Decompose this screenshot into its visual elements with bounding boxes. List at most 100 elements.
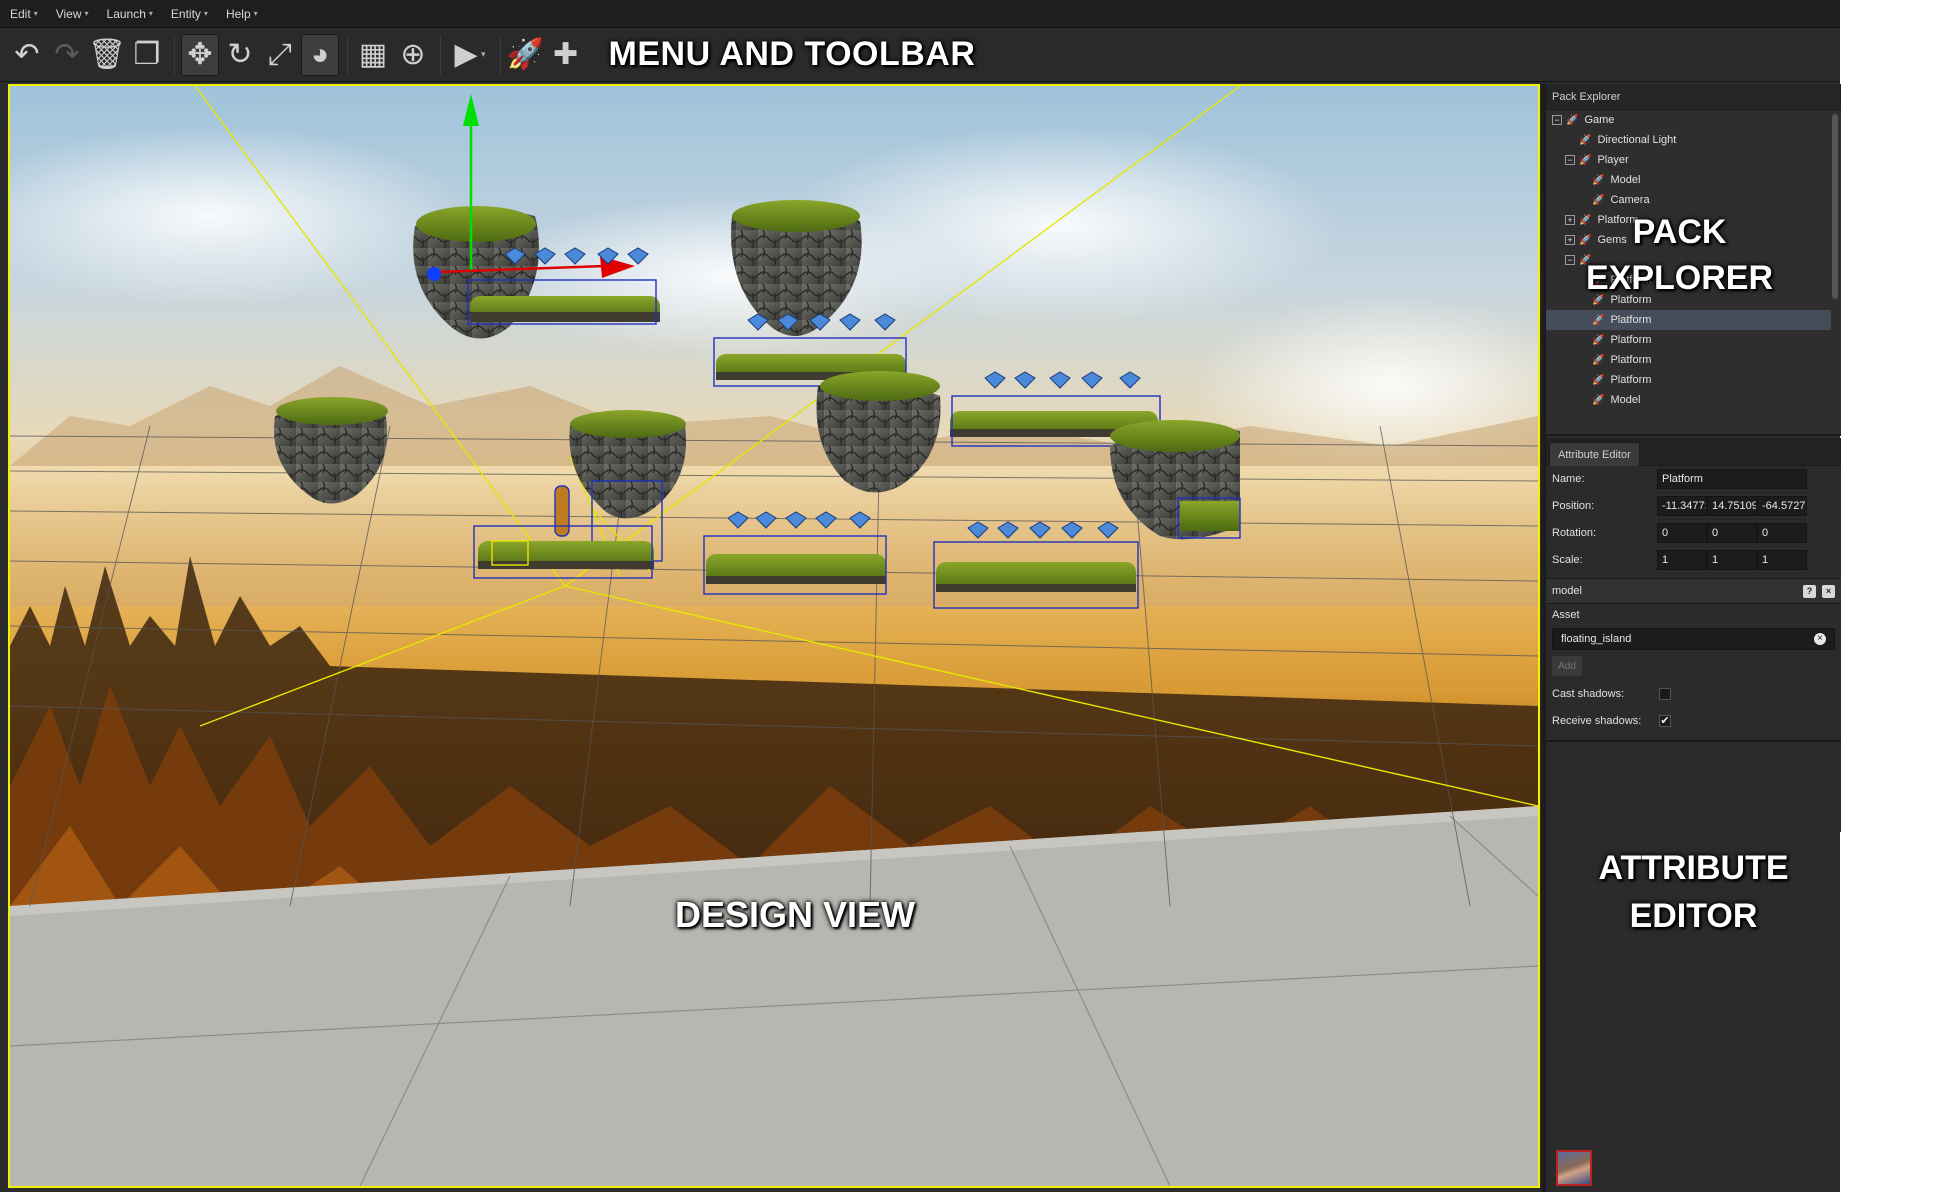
component-name: model bbox=[1552, 585, 1582, 597]
rotate-icon[interactable]: ↻ bbox=[221, 34, 259, 76]
tree-item-label: Platform bbox=[1610, 354, 1652, 366]
pack-explorer-panel: Pack Explorer − 🚀 Game 🚀 Directional Light − 🚀… bbox=[1546, 84, 1841, 436]
rotation-x-field[interactable]: 0 bbox=[1657, 523, 1707, 543]
asset-field[interactable]: floating_island × bbox=[1552, 628, 1835, 650]
scale-label: Scale: bbox=[1552, 554, 1583, 566]
entity-icon: 🚀 bbox=[1592, 374, 1605, 386]
collapse-icon[interactable]: − bbox=[1552, 115, 1562, 125]
menu-help[interactable]: Help ▾ bbox=[226, 7, 258, 21]
avatar[interactable] bbox=[1556, 1150, 1592, 1186]
menu-launch[interactable]: Launch ▾ bbox=[107, 7, 153, 21]
tree-item[interactable]: − 🚀 Player bbox=[1546, 150, 1831, 170]
tree-item-label: Platform bbox=[1610, 314, 1652, 326]
redo-icon[interactable]: ↷ bbox=[48, 34, 86, 76]
attribute-divider bbox=[1546, 740, 1841, 742]
pack-explorer-scrollbar[interactable] bbox=[1832, 114, 1838, 299]
scale-z-field[interactable]: 1 bbox=[1757, 550, 1807, 570]
entity-icon: 🚀 bbox=[1579, 154, 1592, 166]
tab-attribute-editor[interactable]: Attribute Editor bbox=[1549, 442, 1640, 466]
expand-icon[interactable]: + bbox=[1565, 215, 1575, 225]
clear-asset-icon[interactable]: × bbox=[1814, 633, 1826, 645]
rotation-y-field[interactable]: 0 bbox=[1707, 523, 1757, 543]
name-row: Name: Platform bbox=[1546, 466, 1841, 493]
tree-item-label: Game bbox=[1584, 114, 1615, 126]
scale-x-field[interactable]: 1 bbox=[1657, 550, 1707, 570]
expand-icon[interactable]: + bbox=[1565, 235, 1575, 245]
receive-shadows-label: Receive shadows: bbox=[1552, 714, 1642, 727]
name-field[interactable]: Platform bbox=[1657, 469, 1807, 489]
pack-explorer-title: Pack Explorer bbox=[1546, 84, 1841, 110]
cast-shadows-checkbox[interactable] bbox=[1659, 687, 1671, 700]
play-icon[interactable]: ▶ bbox=[447, 34, 485, 76]
tree-item[interactable]: 🚀 Model bbox=[1546, 170, 1831, 190]
asset-value: floating_island bbox=[1561, 633, 1632, 645]
entity-icon: 🚀 bbox=[1579, 134, 1592, 146]
asset-label-row: Asset bbox=[1546, 604, 1841, 626]
undo-icon[interactable]: ↶ bbox=[8, 34, 46, 76]
toolbar-buttons: ↶ ↷ 🗑 ❐ ✥ ↻ ⤢ ◕ ▦ ⊕ ▶ ▾ 🚀 ✚ bbox=[8, 33, 587, 76]
right-panel: Pack Explorer − 🚀 Game 🚀 Directional Light − 🚀… bbox=[1545, 84, 1841, 1192]
position-z-field[interactable]: -64.5727! bbox=[1757, 496, 1807, 516]
rocket-icon[interactable]: 🚀 bbox=[507, 34, 545, 76]
menu-entity[interactable]: Entity ▾ bbox=[171, 7, 208, 21]
position-y-field[interactable]: 14.75109 bbox=[1707, 496, 1757, 516]
menu-bar: Edit ▾ View ▾ Launch ▾ Entity ▾ Help ▾ bbox=[0, 0, 1840, 28]
attribute-editor-annotation-line1: ATTRIBUTE bbox=[1598, 849, 1789, 887]
position-row: Position: -11.3477: 14.75109 -64.5727! bbox=[1546, 493, 1841, 520]
zoom-icon[interactable]: ⊕ bbox=[394, 34, 432, 76]
close-icon[interactable]: × bbox=[1822, 584, 1835, 598]
duplicate-icon[interactable]: ❐ bbox=[128, 34, 166, 76]
puzzle-icon[interactable]: ✚ bbox=[547, 34, 585, 76]
model-component-header[interactable]: model ? × bbox=[1546, 578, 1841, 604]
collapse-icon[interactable]: − bbox=[1565, 255, 1575, 265]
tree-item[interactable]: 🚀 Directional Light bbox=[1546, 130, 1831, 150]
receive-shadows-checkbox[interactable]: ✔ bbox=[1659, 714, 1671, 727]
menu-view[interactable]: View ▾ bbox=[56, 7, 89, 21]
layout-icon[interactable]: ▦ bbox=[354, 34, 392, 76]
add-button[interactable]: Add bbox=[1552, 656, 1582, 676]
tree-item[interactable]: 🚀 Platform bbox=[1546, 330, 1831, 350]
tree-item-label: Directional Light bbox=[1597, 134, 1677, 146]
design-view-annotation: DESIGN VIEW bbox=[675, 894, 916, 935]
scale-y-field[interactable]: 1 bbox=[1707, 550, 1757, 570]
tree-item[interactable]: 🚀 Platform bbox=[1546, 350, 1831, 370]
receive-shadows-row: Receive shadows: ✔ bbox=[1546, 707, 1841, 734]
trash-icon[interactable]: 🗑 bbox=[88, 34, 126, 76]
toolbar-annotation: MENU AND TOOLBAR bbox=[608, 35, 976, 73]
position-x-field[interactable]: -11.3477: bbox=[1657, 496, 1707, 516]
tree-item-label: Player bbox=[1597, 154, 1629, 166]
menu-edit[interactable]: Edit ▾ bbox=[10, 7, 38, 21]
asset-label: Asset bbox=[1552, 609, 1580, 621]
name-label: Name: bbox=[1552, 473, 1585, 485]
entity-icon: 🚀 bbox=[1592, 174, 1605, 186]
help-icon[interactable]: ? bbox=[1803, 584, 1816, 598]
tree-item[interactable]: 🚀 Platform bbox=[1546, 370, 1831, 390]
chevron-down-icon[interactable]: ▾ bbox=[481, 49, 486, 60]
design-view-viewport[interactable]: DESIGN VIEW bbox=[8, 84, 1540, 1188]
tree-item[interactable]: 🚀 Camera bbox=[1546, 190, 1831, 210]
entity-icon: 🚀 bbox=[1592, 314, 1605, 326]
tree-item[interactable]: 🚀 Model bbox=[1546, 390, 1831, 410]
tree-item-label: Platform bbox=[1610, 334, 1652, 346]
rotation-z-field[interactable]: 0 bbox=[1757, 523, 1807, 543]
collapse-icon[interactable]: − bbox=[1565, 155, 1575, 165]
pack-explorer-annotation: PACK EXPLORER bbox=[1586, 209, 1773, 301]
toolbar-separator bbox=[347, 34, 348, 75]
toolbar-separator bbox=[499, 34, 501, 75]
tree-item[interactable]: 🚀 Platform bbox=[1546, 310, 1831, 330]
globe-icon[interactable]: ◕ bbox=[301, 33, 339, 76]
menu-label: Entity bbox=[170, 6, 201, 21]
tree-item-label: Model bbox=[1610, 174, 1641, 186]
chevron-down-icon: ▾ bbox=[84, 9, 89, 18]
move-icon[interactable]: ✥ bbox=[181, 33, 219, 76]
scale-icon[interactable]: ⤢ bbox=[261, 34, 299, 76]
entity-icon: 🚀 bbox=[1592, 394, 1605, 406]
entity-icon: 🚀 bbox=[1592, 334, 1605, 346]
tree-item[interactable]: − 🚀 Game bbox=[1546, 110, 1831, 130]
scene-canvas[interactable] bbox=[10, 86, 1538, 1186]
